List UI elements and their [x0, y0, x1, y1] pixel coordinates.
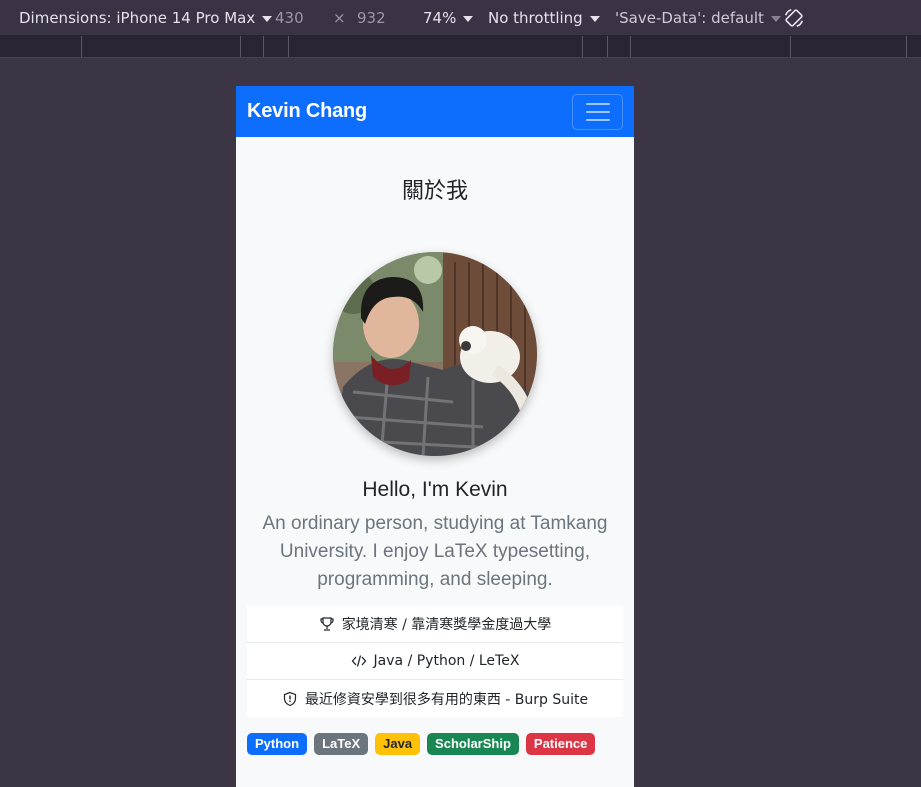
- chevron-down-icon: [262, 16, 273, 22]
- badge-java: Java: [375, 733, 421, 755]
- times-sign: ×: [333, 9, 346, 27]
- device-toolbar: Dimensions: iPhone 14 Pro Max 430 × 932 …: [0, 0, 921, 36]
- list-item-text: 最近修資安學到很多有用的東西 - Burp Suite: [304, 691, 589, 708]
- badge-latex: LaTeX: [314, 733, 369, 755]
- save-data-value: 'Save-Data': default: [615, 9, 764, 27]
- list-item-text: Java / Python / LeTeX: [373, 653, 520, 669]
- badge-scholarship: ScholarShip: [427, 733, 519, 755]
- list-item: 最近修資安學到很多有用的東西 - Burp Suite: [247, 680, 623, 717]
- chevron-down-icon: [589, 16, 600, 22]
- list-item-text: 家境清寒 / 靠清寒獎學金度過大學: [341, 617, 552, 633]
- zoom-value: 74%: [423, 9, 457, 27]
- skill-badges: Python LaTeX Java ScholarShip Patience: [247, 733, 623, 755]
- device-viewport: Kevin Chang 關於我 Hello, I'm Kevin An ordi…: [236, 86, 634, 787]
- throttling-dropdown[interactable]: No throttling: [488, 9, 600, 27]
- dimensions-label: Dimensions: iPhone 14 Pro Max: [19, 9, 256, 27]
- height-input[interactable]: 932: [357, 9, 386, 27]
- rotate-icon[interactable]: [783, 7, 805, 29]
- chevron-down-icon: [770, 16, 781, 22]
- width-input[interactable]: 430: [275, 9, 304, 27]
- list-item: 家境清寒 / 靠清寒獎學金度過大學: [247, 606, 623, 643]
- shield-icon: [283, 691, 296, 706]
- save-data-dropdown[interactable]: 'Save-Data': default: [615, 9, 781, 27]
- intro-text: An ordinary person, studying at Tamkang …: [262, 513, 608, 590]
- trophy-icon: [320, 617, 334, 631]
- badge-patience: Patience: [525, 733, 596, 755]
- throttling-value: No throttling: [488, 9, 583, 27]
- hamburger-icon[interactable]: [572, 93, 623, 130]
- profile-photo: [333, 252, 537, 456]
- greeting-heading: Hello, I'm Kevin: [362, 478, 508, 501]
- navbar-brand[interactable]: Kevin Chang: [247, 100, 367, 123]
- dimensions-dropdown[interactable]: Dimensions: iPhone 14 Pro Max: [19, 9, 273, 27]
- section-title: 關於我: [401, 179, 468, 204]
- badge-python: Python: [247, 733, 308, 755]
- info-list: 家境清寒 / 靠清寒獎學金度過大學 Java / Python / LeTeX …: [247, 606, 623, 717]
- navbar: Kevin Chang: [236, 86, 634, 137]
- list-item: Java / Python / LeTeX: [247, 643, 623, 680]
- media-query-ruler[interactable]: [0, 36, 921, 58]
- zoom-dropdown[interactable]: 74%: [423, 9, 474, 27]
- code-icon: [351, 655, 366, 667]
- chevron-down-icon: [463, 16, 474, 22]
